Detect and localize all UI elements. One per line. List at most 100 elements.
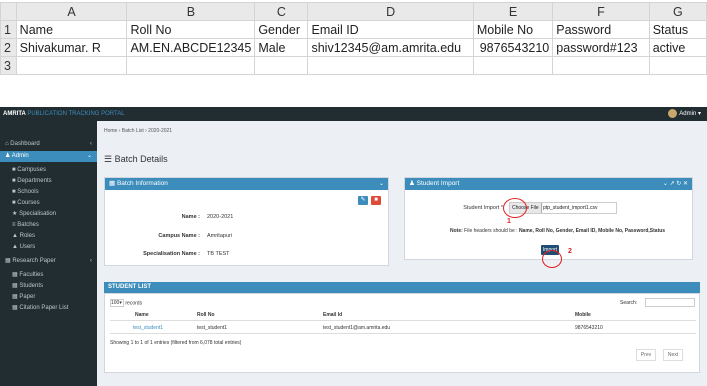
brand-subtitle: PUBLICATION TRACKING PORTAL	[27, 111, 125, 117]
sidebar-item-paper[interactable]: ▦ Paper	[0, 292, 97, 303]
main-content: Home › Batch List › 2020-2021 ☰ Batch De…	[97, 121, 707, 386]
school-icon: ■	[12, 189, 16, 195]
note-headers: Name, Roll No, Gender, Email ID, Mobile …	[518, 228, 666, 234]
brand-logo[interactable]: AMRITA PUBLICATION TRACKING PORTAL	[3, 107, 125, 121]
sidebar-item-label: Campuses	[17, 167, 46, 173]
sidebar-item-batches[interactable]: ≡ Batches	[0, 220, 97, 231]
table-icon: ▦	[109, 180, 116, 187]
sidebar-item-campuses[interactable]: ■ Campuses	[0, 165, 97, 176]
sidebar: ⌂ Dashboard ‹ ♟ Admin ⌄ ■ Campuses ■ Depar…	[0, 121, 97, 386]
cell-a1[interactable]: Name	[15, 20, 128, 39]
sidebar-item-label: Faculties	[19, 272, 44, 278]
list-icon: ☰	[104, 154, 113, 164]
prev-button[interactable]: Prev	[636, 349, 656, 361]
col-header-e[interactable]: E	[472, 2, 554, 21]
sidebar-item-roles[interactable]: ▲ Roles	[0, 231, 97, 242]
student-roll-no: test_student1	[197, 325, 228, 331]
column-header-roll-no[interactable]: Roll No	[197, 312, 215, 318]
user-icon: ▲	[12, 233, 18, 239]
cell-g2[interactable]: active	[648, 38, 707, 57]
sidebar-item-courses[interactable]: ■ Courses	[0, 198, 97, 209]
search-label: Search:	[620, 300, 638, 306]
book-icon: ■	[12, 200, 16, 206]
sidebar-item-dashboard[interactable]: ⌂ Dashboard ‹	[0, 139, 97, 150]
column-header-email[interactable]: Email Id	[323, 312, 342, 318]
row-header-2[interactable]: 2	[0, 38, 17, 57]
sidebar-item-specialisation[interactable]: ★ Specialisation	[0, 209, 97, 220]
sidebar-item-label: Schools	[17, 189, 39, 195]
student-name-link[interactable]: test_student1	[133, 325, 163, 331]
delete-button[interactable]: ■	[371, 196, 381, 205]
chevron-left-icon: ‹	[90, 258, 92, 264]
cell-f2[interactable]: password#123	[552, 38, 650, 57]
breadcrumb[interactable]: Home › Batch List › 2020-2021	[104, 128, 172, 134]
sitemap-icon: ■	[12, 178, 16, 184]
sidebar-item-label: Specialisation	[19, 211, 57, 217]
portal-app: AMRITA PUBLICATION TRACKING PORTAL Admin…	[0, 107, 707, 386]
cell-g3[interactable]	[648, 56, 707, 75]
top-navbar: AMRITA PUBLICATION TRACKING PORTAL Admin…	[0, 107, 707, 121]
cell-c2[interactable]: Male	[254, 38, 309, 57]
cell-b2[interactable]: AM.EN.ABCDE12345	[126, 38, 256, 57]
col-header-b[interactable]: B	[126, 2, 256, 21]
column-header-name[interactable]: Name	[135, 312, 149, 318]
box-title: Batch Information	[116, 180, 168, 187]
cell-e1[interactable]: Mobile No	[472, 20, 554, 39]
cell-f1[interactable]: Password	[552, 20, 650, 39]
col-header-g[interactable]: G	[648, 2, 707, 21]
sidebar-item-users[interactable]: ▲ Users	[0, 242, 97, 253]
row-header-3[interactable]: 3	[0, 56, 17, 75]
table-icon: ▦	[12, 305, 18, 311]
spreadsheet: A B C D E F G 1 Name Roll No Gender Emai…	[0, 0, 707, 90]
edit-button[interactable]: ✎	[358, 196, 368, 205]
sheet-corner[interactable]	[0, 2, 17, 21]
student-email: test_student1@am.amrita.edu	[323, 325, 391, 331]
table-summary: Showing 1 to 1 of 1 entries (filtered fr…	[110, 340, 242, 346]
admin-menu[interactable]: Admin ▾	[668, 107, 701, 121]
cell-g1[interactable]: Status	[648, 20, 707, 39]
sidebar-item-schools[interactable]: ■ Schools	[0, 187, 97, 198]
batch-information-header: ▦ Batch Information ⌄	[105, 178, 388, 190]
sidebar-item-research-paper[interactable]: ▦ Research Paper ‹	[0, 256, 97, 267]
cell-a2[interactable]: Shivakumar. R	[15, 38, 128, 57]
cell-d3[interactable]	[307, 56, 474, 75]
search-input[interactable]	[645, 298, 695, 307]
row-header-1[interactable]: 1	[0, 20, 17, 39]
cell-f3[interactable]	[552, 56, 650, 75]
box-tools[interactable]: ⌄ ↗ ↻ ✕	[663, 178, 688, 190]
sidebar-item-citation-paper-list[interactable]: ▦ Citation Paper List	[0, 303, 97, 314]
sidebar-item-admin[interactable]: ♟ Admin ⌄	[0, 151, 97, 162]
table-icon: ▦	[5, 258, 11, 264]
sidebar-item-faculties[interactable]: ▦ Faculties	[0, 270, 97, 281]
note-text: File headers should be :	[462, 228, 519, 234]
col-header-a[interactable]: A	[15, 2, 128, 21]
next-button[interactable]: Next	[663, 349, 683, 361]
page-size-select[interactable]: 100▾	[110, 299, 124, 307]
sidebar-item-students[interactable]: ▦ Students	[0, 281, 97, 292]
col-header-d[interactable]: D	[307, 2, 474, 21]
batch-information-box: ▦ Batch Information ⌄ ✎ ■ Name : 2020-20…	[104, 177, 389, 266]
sidebar-item-departments[interactable]: ■ Departments	[0, 176, 97, 187]
cell-c3[interactable]	[254, 56, 309, 75]
cell-e3[interactable]	[472, 56, 554, 75]
column-header-mobile[interactable]: Mobile	[575, 312, 591, 318]
cell-b3[interactable]	[126, 56, 256, 75]
sidebar-item-label: Roles	[19, 233, 35, 239]
cell-d1[interactable]: Email ID	[307, 20, 474, 39]
chevron-down-icon[interactable]: ⌄	[379, 178, 384, 190]
admin-label: Admin	[679, 111, 697, 117]
cell-a3[interactable]	[15, 56, 128, 75]
sidebar-item-label: Students	[19, 283, 44, 289]
col-header-c[interactable]: C	[254, 2, 309, 21]
name-label: Name :	[181, 214, 200, 220]
cell-e2[interactable]: 9876543210	[472, 38, 554, 57]
table-icon: ▦	[12, 272, 18, 278]
cell-b1[interactable]: Roll No	[126, 20, 256, 39]
col-header-f[interactable]: F	[552, 2, 650, 21]
home-icon: ⌂	[5, 141, 9, 147]
cell-c1[interactable]: Gender	[254, 20, 309, 39]
records-label: records	[125, 300, 143, 307]
cell-d2[interactable]: shiv12345@am.amrita.edu	[307, 38, 474, 57]
table-icon: ▦	[12, 294, 18, 300]
page-title: ☰ Batch Details	[104, 154, 168, 165]
